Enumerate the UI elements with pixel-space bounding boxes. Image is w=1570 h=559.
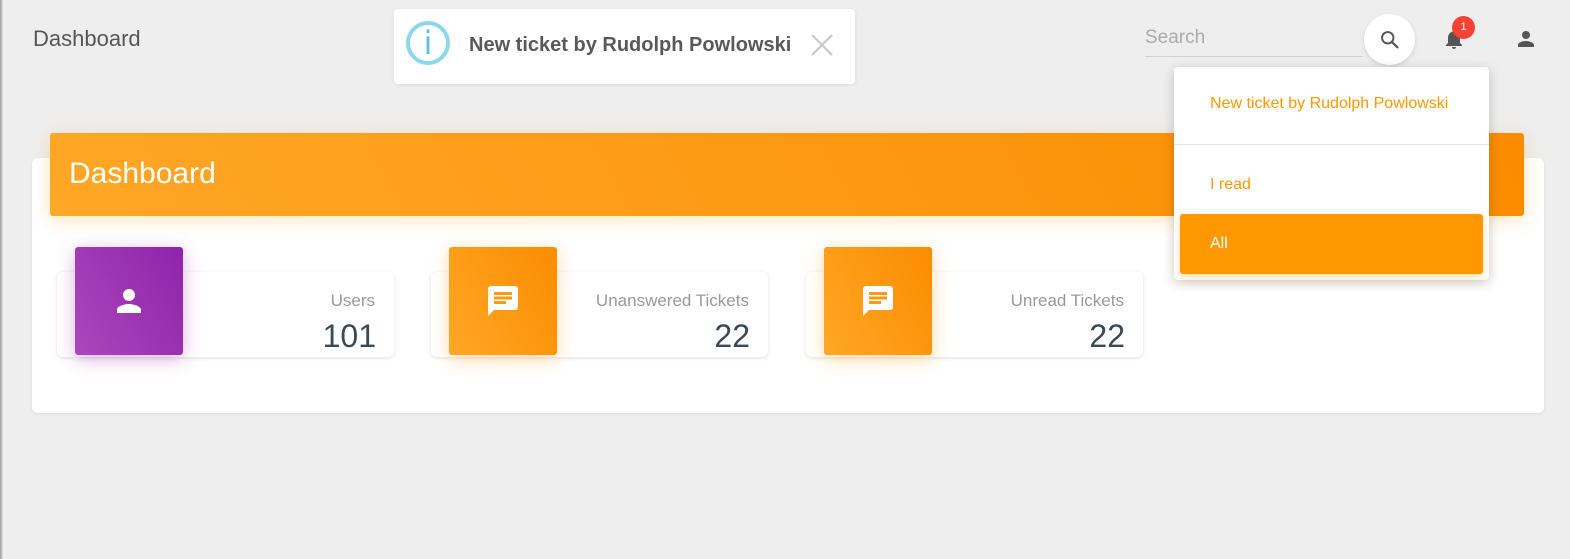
stat-value: 22 [1089,318,1125,354]
navbar-brand[interactable]: Dashboard [33,26,141,52]
person-icon [117,289,141,313]
dropdown-item-all[interactable]: All [1180,214,1483,274]
dropdown-item-label: All [1210,235,1228,252]
stat-card-users: Users 101 [57,247,394,357]
info-icon: i [406,21,450,65]
notifications-dropdown: New ticket by Rudolph Powlowski I read A… [1174,67,1489,280]
stat-icon-box [824,247,932,355]
stat-card-unread-tickets: Unread Tickets 22 [806,247,1143,357]
chat-icon [488,286,518,316]
stat-value: 101 [322,318,376,354]
search-icon [1381,31,1399,49]
stat-icon-box [75,247,183,355]
close-icon[interactable] [810,33,834,57]
search-button[interactable] [1364,14,1415,65]
stat-value: 22 [714,318,750,354]
dropdown-item-i-read[interactable]: I read [1210,176,1251,194]
chat-icon [863,286,893,316]
left-edge-shadow [0,0,3,559]
stat-card-unanswered-tickets: Unanswered Tickets 22 [431,247,768,357]
search-input[interactable] [1145,20,1363,57]
notification-toast: i New ticket by Rudolph Powlowski [394,9,855,84]
stat-label: Unread Tickets [1010,291,1124,310]
stat-label: Users [330,291,375,310]
dropdown-divider [1174,144,1489,145]
stat-label: Unanswered Tickets [595,291,749,310]
person-icon [1518,31,1534,47]
stat-icon-box [449,247,557,355]
user-menu-button[interactable] [1514,27,1538,51]
notification-badge: 1 [1452,16,1475,39]
toast-message: New ticket by Rudolph Powlowski [469,34,792,56]
dropdown-item-notification[interactable]: New ticket by Rudolph Powlowski [1210,95,1448,113]
card-title: Dashboard [69,157,216,190]
